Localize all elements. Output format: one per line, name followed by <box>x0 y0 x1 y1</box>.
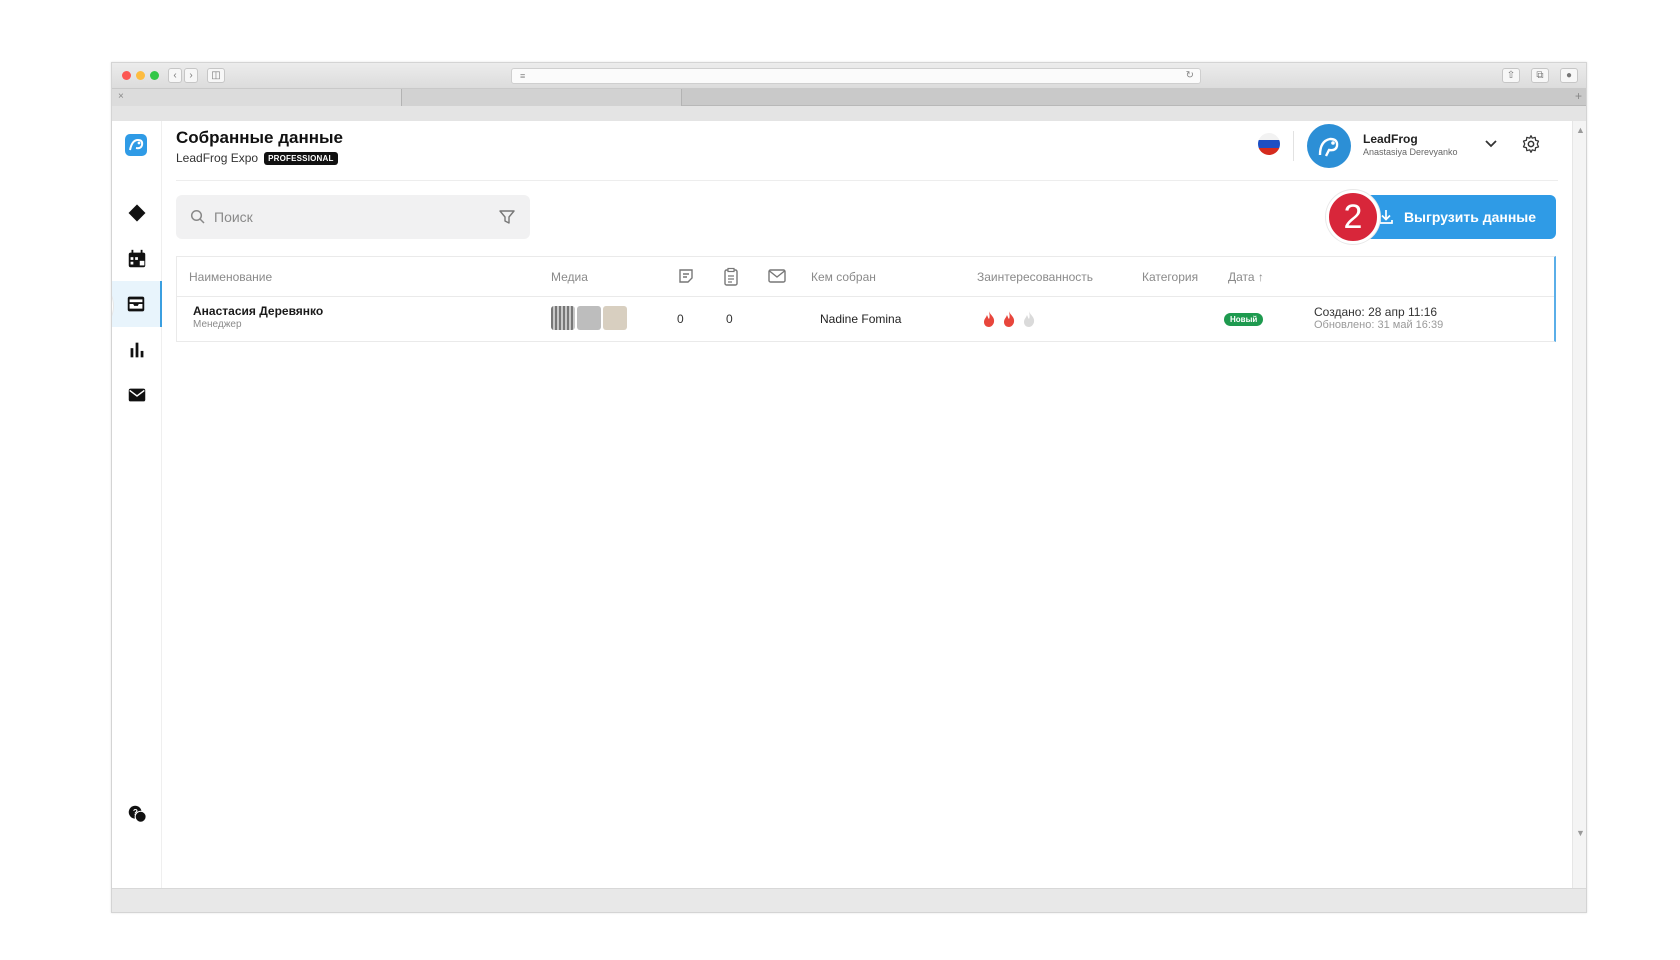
frog-avatar-icon <box>1318 137 1339 157</box>
filter-icon[interactable] <box>498 208 516 226</box>
collected-data-table: Наименование Медиа Кем собран Заинтересо… <box>176 256 1556 342</box>
reload-icon[interactable]: ↻ <box>1186 70 1194 81</box>
search-bar <box>176 195 530 239</box>
column-header-date[interactable]: Дата ↑ <box>1228 270 1264 284</box>
event-subtitle: LeadFrog Expo PROFESSIONAL <box>176 151 338 165</box>
reader-icon[interactable]: ≡ <box>520 71 525 81</box>
app-content: ? Собранные данные LeadFrog Expo PROFESS… <box>112 121 1572 888</box>
updated-date: Обновлено: 31 май 16:39 <box>1314 319 1444 331</box>
close-tab-icon[interactable]: × <box>118 91 124 102</box>
category-badge: Новый <box>1224 313 1264 326</box>
gear-icon[interactable] <box>1521 134 1541 154</box>
scroll-down-icon[interactable]: ▼ <box>1576 828 1585 838</box>
sidebar-item-mail[interactable] <box>112 372 162 418</box>
sort-ascending-icon: ↑ <box>1257 270 1264 284</box>
page-title: Собранные данные <box>176 128 343 147</box>
table-row[interactable]: Анастасия Деревянко Менеджер 0 0 Nadine … <box>177 297 1554 341</box>
forward-icon[interactable]: › <box>184 68 198 83</box>
fire-icon <box>984 311 995 327</box>
header-divider <box>176 180 1558 181</box>
toolbar-strip <box>112 106 1586 121</box>
calendar-icon <box>128 249 146 268</box>
scroll-up-icon[interactable]: ▲ <box>1576 125 1585 135</box>
notes-count: 0 <box>677 312 684 326</box>
fire-icon <box>1024 311 1035 327</box>
email-column-icon <box>768 269 786 283</box>
contact-name: Анастасия Деревянко <box>193 304 324 318</box>
leadfrog-logo[interactable] <box>124 133 148 157</box>
column-header-name[interactable]: Наименование <box>189 270 272 284</box>
media-thumbnail-card[interactable] <box>603 306 627 330</box>
sidebar-item-events[interactable] <box>112 236 162 282</box>
media-thumbnail-barcode[interactable] <box>551 306 575 330</box>
export-data-button[interactable]: Выгрузить данные <box>1358 195 1556 239</box>
ticket-icon <box>127 203 147 223</box>
column-header-media[interactable]: Медиа <box>551 270 588 284</box>
sidebar-item-analytics[interactable] <box>112 327 162 373</box>
header-separator <box>1293 131 1294 161</box>
support-chat-icon: ? <box>128 805 147 823</box>
column-header-category[interactable]: Категория <box>1142 270 1198 284</box>
collected-by: Nadine Fomina <box>820 312 902 326</box>
browser-tab[interactable] <box>402 89 682 106</box>
column-header-collected-by[interactable]: Кем собран <box>811 270 876 284</box>
event-name: LeadFrog Expo <box>176 151 259 165</box>
mail-icon <box>128 388 146 402</box>
created-date: Создано: 28 апр 11:16 <box>1314 305 1438 319</box>
chevron-down-icon[interactable] <box>1484 137 1498 151</box>
sidebar-toggle-icon[interactable]: ◫ <box>207 68 225 83</box>
notes-icon <box>679 269 693 283</box>
minimize-window-button[interactable] <box>136 71 145 80</box>
back-icon[interactable]: ‹ <box>168 68 182 83</box>
browser-window: ‹ › ◫ ≡ ↻ ⇧ ⧉ ● × + ? Собранные данные L… <box>111 62 1587 913</box>
search-icon <box>190 209 205 224</box>
user-name: LeadFrog <box>1363 132 1418 146</box>
share-icon[interactable]: ⇧ <box>1502 68 1520 83</box>
table-header: Наименование Медиа Кем собран Заинтересо… <box>177 257 1554 297</box>
language-flag-icon[interactable] <box>1258 133 1280 155</box>
sidebar: ? <box>112 121 162 888</box>
svg-text:?: ? <box>133 808 138 817</box>
inbox-icon <box>127 296 145 312</box>
contact-role: Менеджер <box>193 319 242 330</box>
sidebar-item-tickets[interactable] <box>112 190 162 236</box>
browser-tab[interactable]: × <box>112 89 402 106</box>
step-marker-2: 2 <box>1326 190 1380 244</box>
media-thumbnail-photo[interactable] <box>577 306 601 330</box>
bar-chart-icon <box>130 342 144 358</box>
search-input[interactable] <box>214 206 494 228</box>
status-strip <box>112 888 1586 912</box>
download-icon <box>1379 210 1393 224</box>
column-header-interest[interactable]: Заинтересованность <box>977 270 1093 284</box>
column-header-date-label: Дата <box>1228 270 1255 284</box>
forms-count: 0 <box>726 312 733 326</box>
sidebar-item-collected-data[interactable] <box>112 281 162 327</box>
vertical-scrollbar[interactable]: ▲ ▼ <box>1572 121 1586 888</box>
close-window-button[interactable] <box>122 71 131 80</box>
browser-titlebar: ‹ › ◫ ≡ ↻ ⇧ ⧉ ● <box>112 63 1586 89</box>
avatar[interactable] <box>1307 124 1351 168</box>
tab-bar: × + <box>112 89 1586 106</box>
export-button-label: Выгрузить данные <box>1403 209 1537 225</box>
address-bar[interactable]: ≡ ↻ <box>511 68 1201 84</box>
clipboard-icon <box>724 267 738 286</box>
sidebar-item-support[interactable]: ? <box>112 791 162 837</box>
fire-icon <box>1004 311 1015 327</box>
downloads-icon[interactable]: ● <box>1560 68 1578 83</box>
plan-badge: PROFESSIONAL <box>264 151 338 165</box>
tabs-overview-icon[interactable]: ⧉ <box>1531 68 1549 83</box>
zoom-window-button[interactable] <box>150 71 159 80</box>
user-subtitle: Anastasiya Derevyanko <box>1363 147 1458 157</box>
new-tab-icon[interactable]: + <box>1575 89 1582 103</box>
